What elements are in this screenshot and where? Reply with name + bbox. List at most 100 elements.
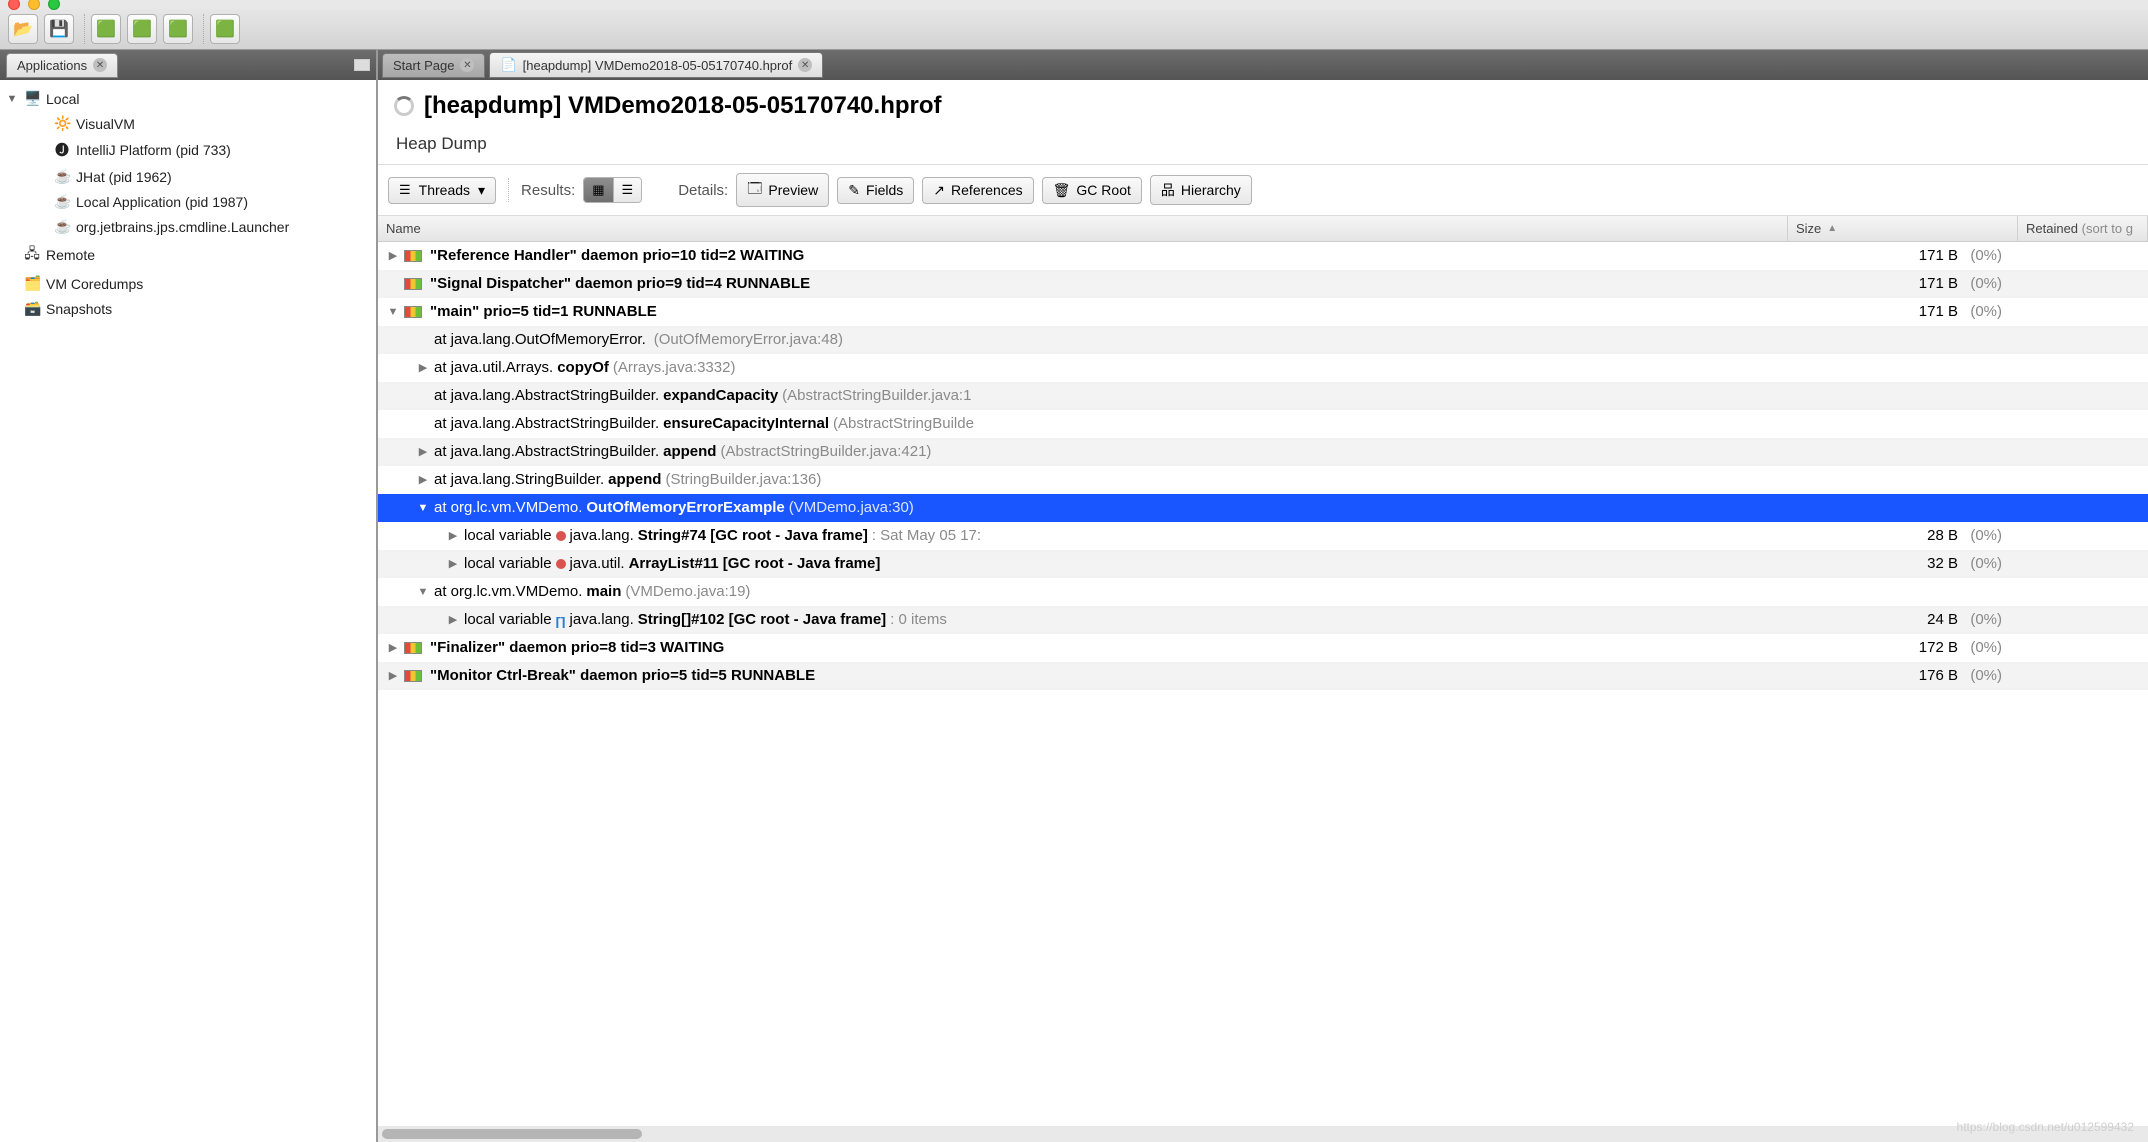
table-row[interactable]: ▶local variable [] java.lang.String[]#10… [378,606,2148,634]
size-pct: (0%) [1958,247,2008,264]
table-body[interactable]: ▶"Reference Handler" daemon prio=10 tid=… [378,242,2148,1126]
main-toolbar: 📂 💾 🟩 🟩 🟩 🟩 [0,9,2148,50]
add-jmx-button[interactable]: 🟩 [127,14,157,44]
tree-node[interactable]: 🅙IntelliJ Platform (pid 733) [52,136,372,164]
references-button[interactable]: ↗References [922,177,1033,204]
minimize-panel-button[interactable] [354,59,370,71]
expand-toggle-icon[interactable]: ▼ [386,306,400,318]
thread-icon [404,278,422,290]
loading-spinner-icon [394,96,414,116]
table-row[interactable]: at java.lang.OutOfMemoryError. (OutOfMem… [378,326,2148,354]
add-coredump-button[interactable]: 🟩 [163,14,193,44]
close-window-button[interactable] [8,0,20,10]
heap-toolbar: ☰ Threads ▾ Results: ▦ ☰ Details: 🗔Previ… [378,165,2148,216]
tab-label: Start Page [393,58,454,73]
expand-toggle-icon[interactable]: ▶ [386,669,400,682]
expand-toggle-icon[interactable]: ▶ [386,249,400,262]
add-local-button[interactable]: 🟩 [91,14,121,44]
expand-toggle-icon[interactable]: ▶ [446,557,460,570]
size-pct: (0%) [1958,611,2008,628]
table-row[interactable]: ▶"Reference Handler" daemon prio=10 tid=… [378,242,2148,270]
table-row[interactable]: ▼at org.lc.vm.VMDemo.OutOfMemoryErrorExa… [378,494,2148,522]
applications-panel: Applications ✕ ▼🖥️Local 🔆 VisualVM 🅙Intelli… [0,50,378,1142]
add-snapshot-button[interactable]: 🟩 [210,14,240,44]
table-row[interactable]: ▶"Monitor Ctrl-Break" daemon prio=5 tid=… [378,662,2148,690]
grid-view-button[interactable]: ▦ [584,178,613,202]
table-row[interactable]: ▼at org.lc.vm.VMDemo.main (VMDemo.java:1… [378,578,2148,606]
expand-toggle-icon[interactable]: ▶ [416,361,430,374]
table-row[interactable]: ▶at java.util.Arrays.copyOf (Arrays.java… [378,354,2148,382]
window-controls [8,0,60,10]
results-label: Results: [521,182,575,199]
grid-icon: ▦ [592,182,604,198]
maximize-window-button[interactable] [48,0,60,10]
tree-node[interactable]: ☕Local Application (pid 1987) [52,189,372,214]
fields-button[interactable]: ✎Fields [837,177,914,204]
table-row[interactable]: at java.lang.AbstractStringBuilder.expan… [378,382,2148,410]
tree-toggle-icon[interactable]: ▼ [6,93,18,105]
editor-tab[interactable]: 📄[heapdump] VMDemo2018-05-05170740.hprof… [489,52,823,78]
expand-toggle-icon[interactable]: ▼ [416,586,430,598]
tree-node[interactable]: 🖧Remote [4,239,372,271]
applications-tab-label: Applications [17,58,87,73]
size-pct: (0%) [1958,555,2008,572]
expand-toggle-icon[interactable]: ▼ [416,502,430,514]
expand-toggle-icon[interactable]: ▶ [446,529,460,542]
node-icon: ☕ [54,168,70,185]
expand-toggle-icon[interactable]: ▶ [416,445,430,458]
save-button[interactable]: 💾 [44,14,74,44]
page-title: [heapdump] VMDemo2018-05-05170740.hprof [424,92,942,120]
editor-tab[interactable]: Start Page ✕ [382,53,485,78]
column-retained[interactable]: Retained (sort to g [2018,216,2148,241]
table-row[interactable]: at java.lang.AbstractStringBuilder.ensur… [378,410,2148,438]
column-size[interactable]: Size▲ [1788,216,2018,241]
table-row[interactable]: ▶at java.lang.AbstractStringBuilder.appe… [378,438,2148,466]
size-value: 28 B [1788,527,1958,544]
applications-tree[interactable]: ▼🖥️Local 🔆 VisualVM 🅙IntelliJ Platform (pid… [0,80,376,1142]
node-label: Local [46,91,79,107]
tree-node[interactable]: ☕org.jetbrains.jps.cmdline.Launcher [52,214,372,239]
hierarchy-button[interactable]: 品Hierarchy [1150,175,1252,205]
view-mode-label: Threads [419,182,470,198]
size-value: 171 B [1788,303,1958,320]
node-icon: 🖧 [24,243,40,267]
applications-tab[interactable]: Applications ✕ [6,53,118,78]
chevron-down-icon: ▾ [478,182,485,199]
tree-node[interactable]: 🗂️VM Coredumps [4,271,372,296]
gcroot-button[interactable]: 🗑GC Root [1042,177,1142,204]
close-icon[interactable]: ✕ [460,58,474,72]
node-icon: 🗃️ [24,300,40,317]
table-row[interactable]: ▶local variable java.util.ArrayList#11 [… [378,550,2148,578]
table-row[interactable]: ▶at java.lang.StringBuilder.append (Stri… [378,466,2148,494]
tree-node[interactable]: ☕JHat (pid 1962) [52,164,372,189]
node-label: VisualVM [76,116,135,132]
scrollbar-thumb[interactable] [382,1129,642,1139]
size-pct: (0%) [1958,667,2008,684]
size-value: 24 B [1788,611,1958,628]
column-name[interactable]: Name [378,216,1788,241]
expand-toggle-icon[interactable]: ▶ [386,641,400,654]
table-row[interactable]: ▶local variable java.lang.String#74 [GC … [378,522,2148,550]
close-icon[interactable]: ✕ [93,58,107,72]
node-icon: 🗂️ [24,275,40,292]
tree-node[interactable]: 🔆 VisualVM [52,111,372,136]
table-row[interactable]: ▶"Finalizer" daemon prio=8 tid=3 WAITING… [378,634,2148,662]
close-icon[interactable]: ✕ [798,58,812,72]
horizontal-scrollbar[interactable] [378,1126,2148,1142]
titlebar [0,0,2148,9]
list-view-button[interactable]: ☰ [614,178,642,202]
details-label: Details: [678,182,728,199]
size-pct: (0%) [1958,275,2008,292]
tree-node[interactable]: 🗃️Snapshots [4,296,372,321]
preview-button[interactable]: 🗔Preview [736,173,829,207]
node-icon: 🔆 [54,115,70,132]
open-file-button[interactable]: 📂 [8,14,38,44]
expand-toggle-icon[interactable]: ▶ [446,613,460,626]
table-row[interactable]: ▼"main" prio=5 tid=1 RUNNABLE171 B(0%) [378,298,2148,326]
node-icon: ☕ [54,193,70,210]
expand-toggle-icon[interactable]: ▶ [416,473,430,486]
minimize-window-button[interactable] [28,0,40,10]
tree-node[interactable]: ▼🖥️Local [4,86,372,111]
view-mode-dropdown[interactable]: ☰ Threads ▾ [388,177,496,204]
table-row[interactable]: "Signal Dispatcher" daemon prio=9 tid=4 … [378,270,2148,298]
